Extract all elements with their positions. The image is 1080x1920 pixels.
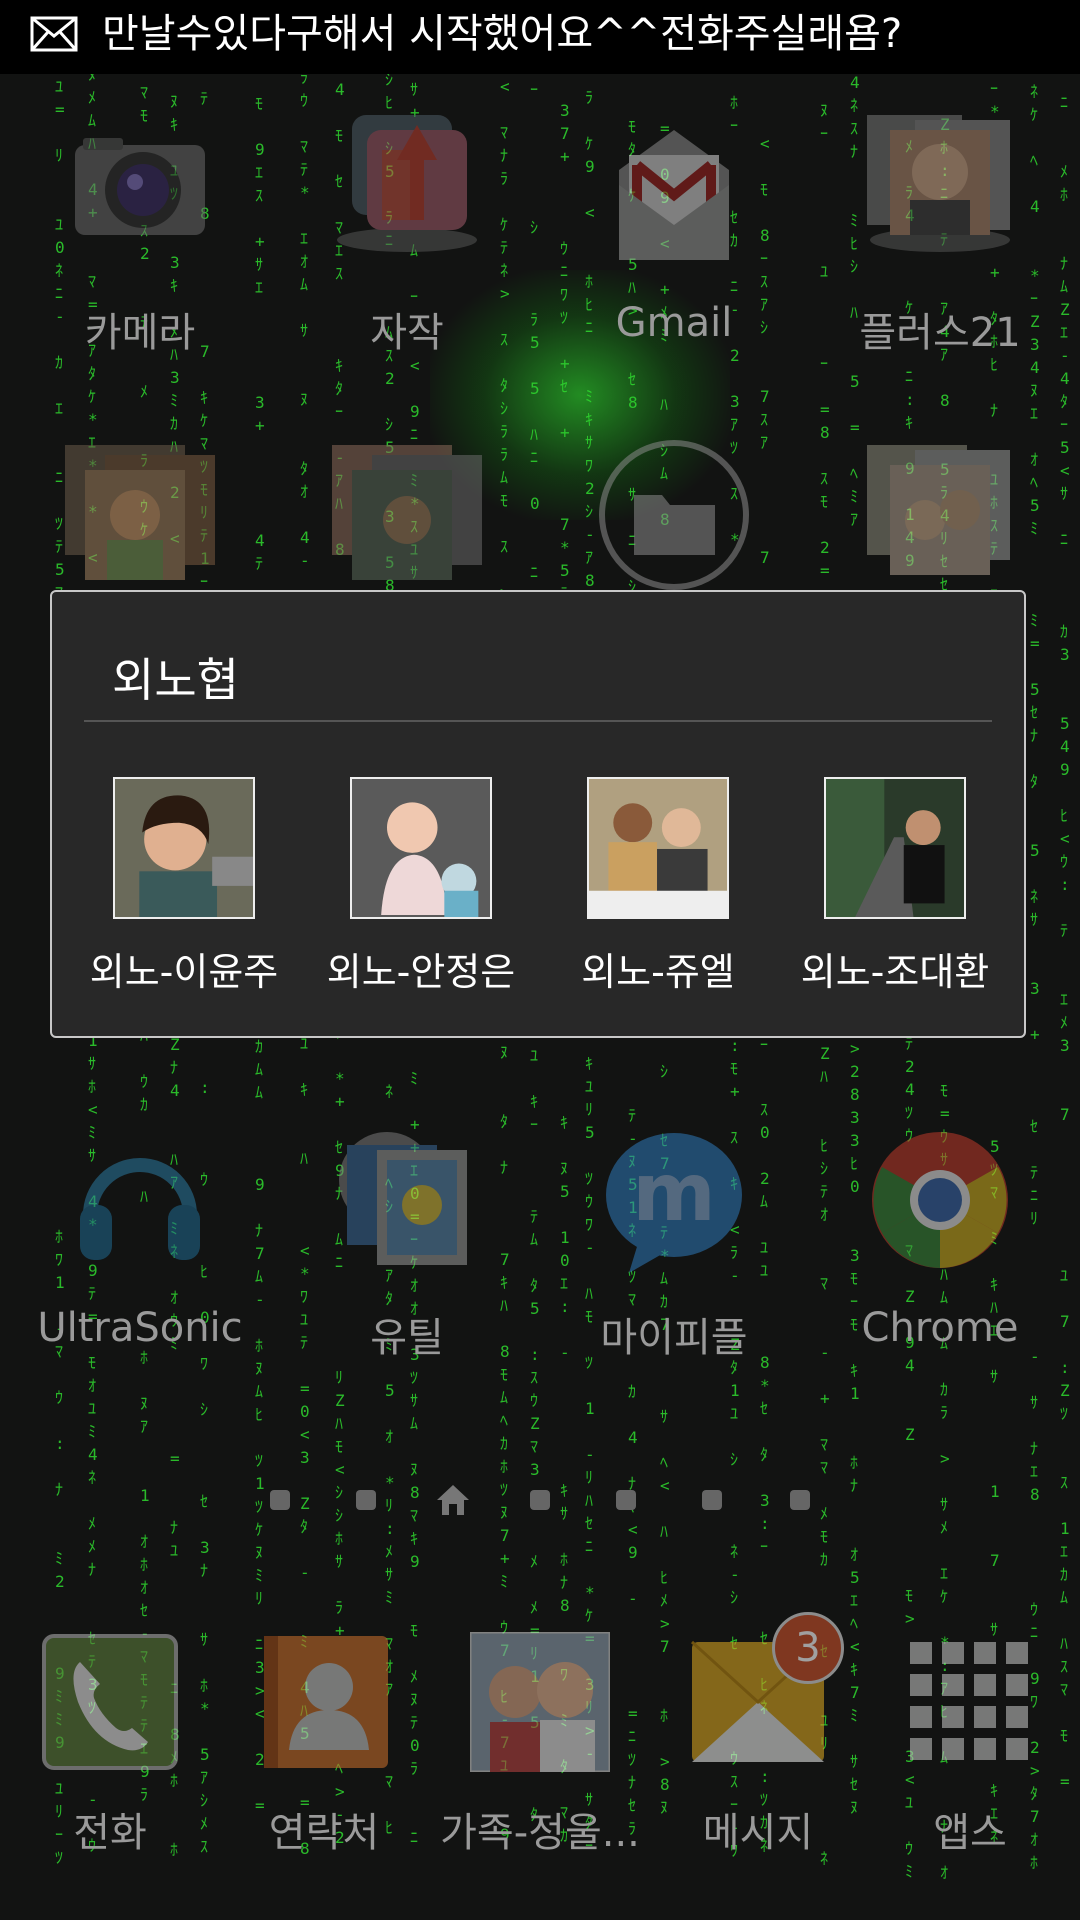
contact-photo-icon <box>468 1630 612 1774</box>
folder-util[interactable]: 유틸 <box>277 1125 537 1361</box>
app-gmail[interactable]: Gmail <box>544 110 804 346</box>
dock-label: 전화 <box>73 1810 147 1856</box>
folder-title[interactable]: 외노협 <box>112 644 239 710</box>
dock-label: 앱스 <box>933 1810 1007 1856</box>
folder-icon <box>599 440 749 590</box>
app-label: 카메라 <box>84 310 196 356</box>
page-dot[interactable] <box>356 1490 376 1510</box>
contacts-icon <box>264 1636 388 1768</box>
app-label: Gmail <box>615 300 733 346</box>
page-dot[interactable] <box>616 1490 636 1510</box>
contact-photo-icon <box>350 777 492 919</box>
folder-row2-2[interactable] <box>277 440 537 594</box>
contact-photo-icon <box>587 777 729 919</box>
folder-row2-1[interactable] <box>10 440 270 594</box>
app-chrome[interactable]: Chrome <box>810 1125 1070 1351</box>
app-label: 자작 <box>370 310 444 356</box>
notification-ticker: 만날수있다구해서 시작했어요^^전화주실래욤? <box>102 11 903 57</box>
app-camera[interactable]: 카메라 <box>10 110 270 356</box>
mypeople-icon: m <box>606 1133 742 1273</box>
folder-icon <box>339 1132 467 1265</box>
folder-plus21[interactable]: 플러스21 <box>810 110 1070 356</box>
contact-name: 외노-조대환 <box>800 950 990 994</box>
folder-row2-3[interactable] <box>544 440 804 594</box>
contact-name: 외노-쥬엘 <box>581 950 735 994</box>
page-dot[interactable] <box>270 1490 290 1510</box>
dock-label: 가족-정울... <box>440 1810 640 1856</box>
folder-popup[interactable]: 외노협 외노-이윤주 외노-안정은 외노-쥬엘 외노-조대환 <box>50 590 1026 1038</box>
dock-contacts[interactable]: 연락처 <box>214 1632 434 1856</box>
notification-bar[interactable]: 만날수있다구해서 시작했어요^^전화주실래욤? <box>0 0 1080 74</box>
dock-label: 연락처 <box>268 1810 380 1856</box>
app-label: 플러스21 <box>859 310 1021 356</box>
page-dot[interactable] <box>702 1490 722 1510</box>
folder-icon <box>867 445 1010 575</box>
folder-icon <box>337 115 477 252</box>
contact-photo-icon <box>824 777 966 919</box>
dock-family-contact[interactable]: 가족-정울... <box>430 1630 650 1856</box>
folder-icon <box>867 115 1010 252</box>
headphones-icon <box>80 1158 200 1260</box>
contact-name: 외노-이윤주 <box>89 950 279 994</box>
app-ultrasonic[interactable]: UltraSonic <box>10 1125 270 1351</box>
camera-icon <box>75 138 205 235</box>
contact-photo-icon <box>113 777 255 919</box>
folder-row2-4[interactable] <box>810 440 1070 594</box>
home-icon[interactable] <box>435 1482 471 1518</box>
app-label: Chrome <box>861 1305 1019 1351</box>
dock-messages[interactable]: 3 메시지 <box>648 1612 868 1856</box>
dock-apps[interactable]: 앱스 <box>860 1632 1080 1856</box>
page-dot[interactable] <box>530 1490 550 1510</box>
app-mypeople[interactable]: m 마이피플 <box>544 1125 804 1361</box>
contact-name: 외노-안정은 <box>326 950 516 994</box>
chrome-icon <box>872 1132 1008 1268</box>
envelope-icon <box>30 16 78 52</box>
folder-jajak[interactable]: 자작 <box>277 110 537 356</box>
unread-badge: 3 <box>772 1612 844 1684</box>
page-dot[interactable] <box>790 1490 810 1510</box>
page-indicator[interactable] <box>0 1482 1080 1518</box>
dock-phone[interactable]: 전화 <box>0 1632 220 1856</box>
folder-contact[interactable]: 외노-쥬엘 <box>540 777 776 996</box>
folder-icon <box>65 445 215 580</box>
svg-text:m: m <box>632 1146 715 1239</box>
dock-label: 메시지 <box>702 1810 814 1856</box>
apps-grid-icon <box>910 1642 1028 1760</box>
messages-icon-wrap: 3 <box>688 1612 844 1772</box>
folder-icon <box>332 445 482 580</box>
gmail-icon <box>619 130 729 260</box>
folder-contact[interactable]: 외노-이윤주 <box>66 777 302 996</box>
folder-contact[interactable]: 외노-안정은 <box>303 777 539 996</box>
phone-icon <box>42 1634 178 1770</box>
app-label: UltraSonic <box>37 1305 243 1351</box>
divider <box>84 720 992 722</box>
folder-contact[interactable]: 외노-조대환 <box>777 777 1013 996</box>
app-label: 유틸 <box>370 1315 444 1361</box>
app-label: 마이피플 <box>600 1315 748 1361</box>
